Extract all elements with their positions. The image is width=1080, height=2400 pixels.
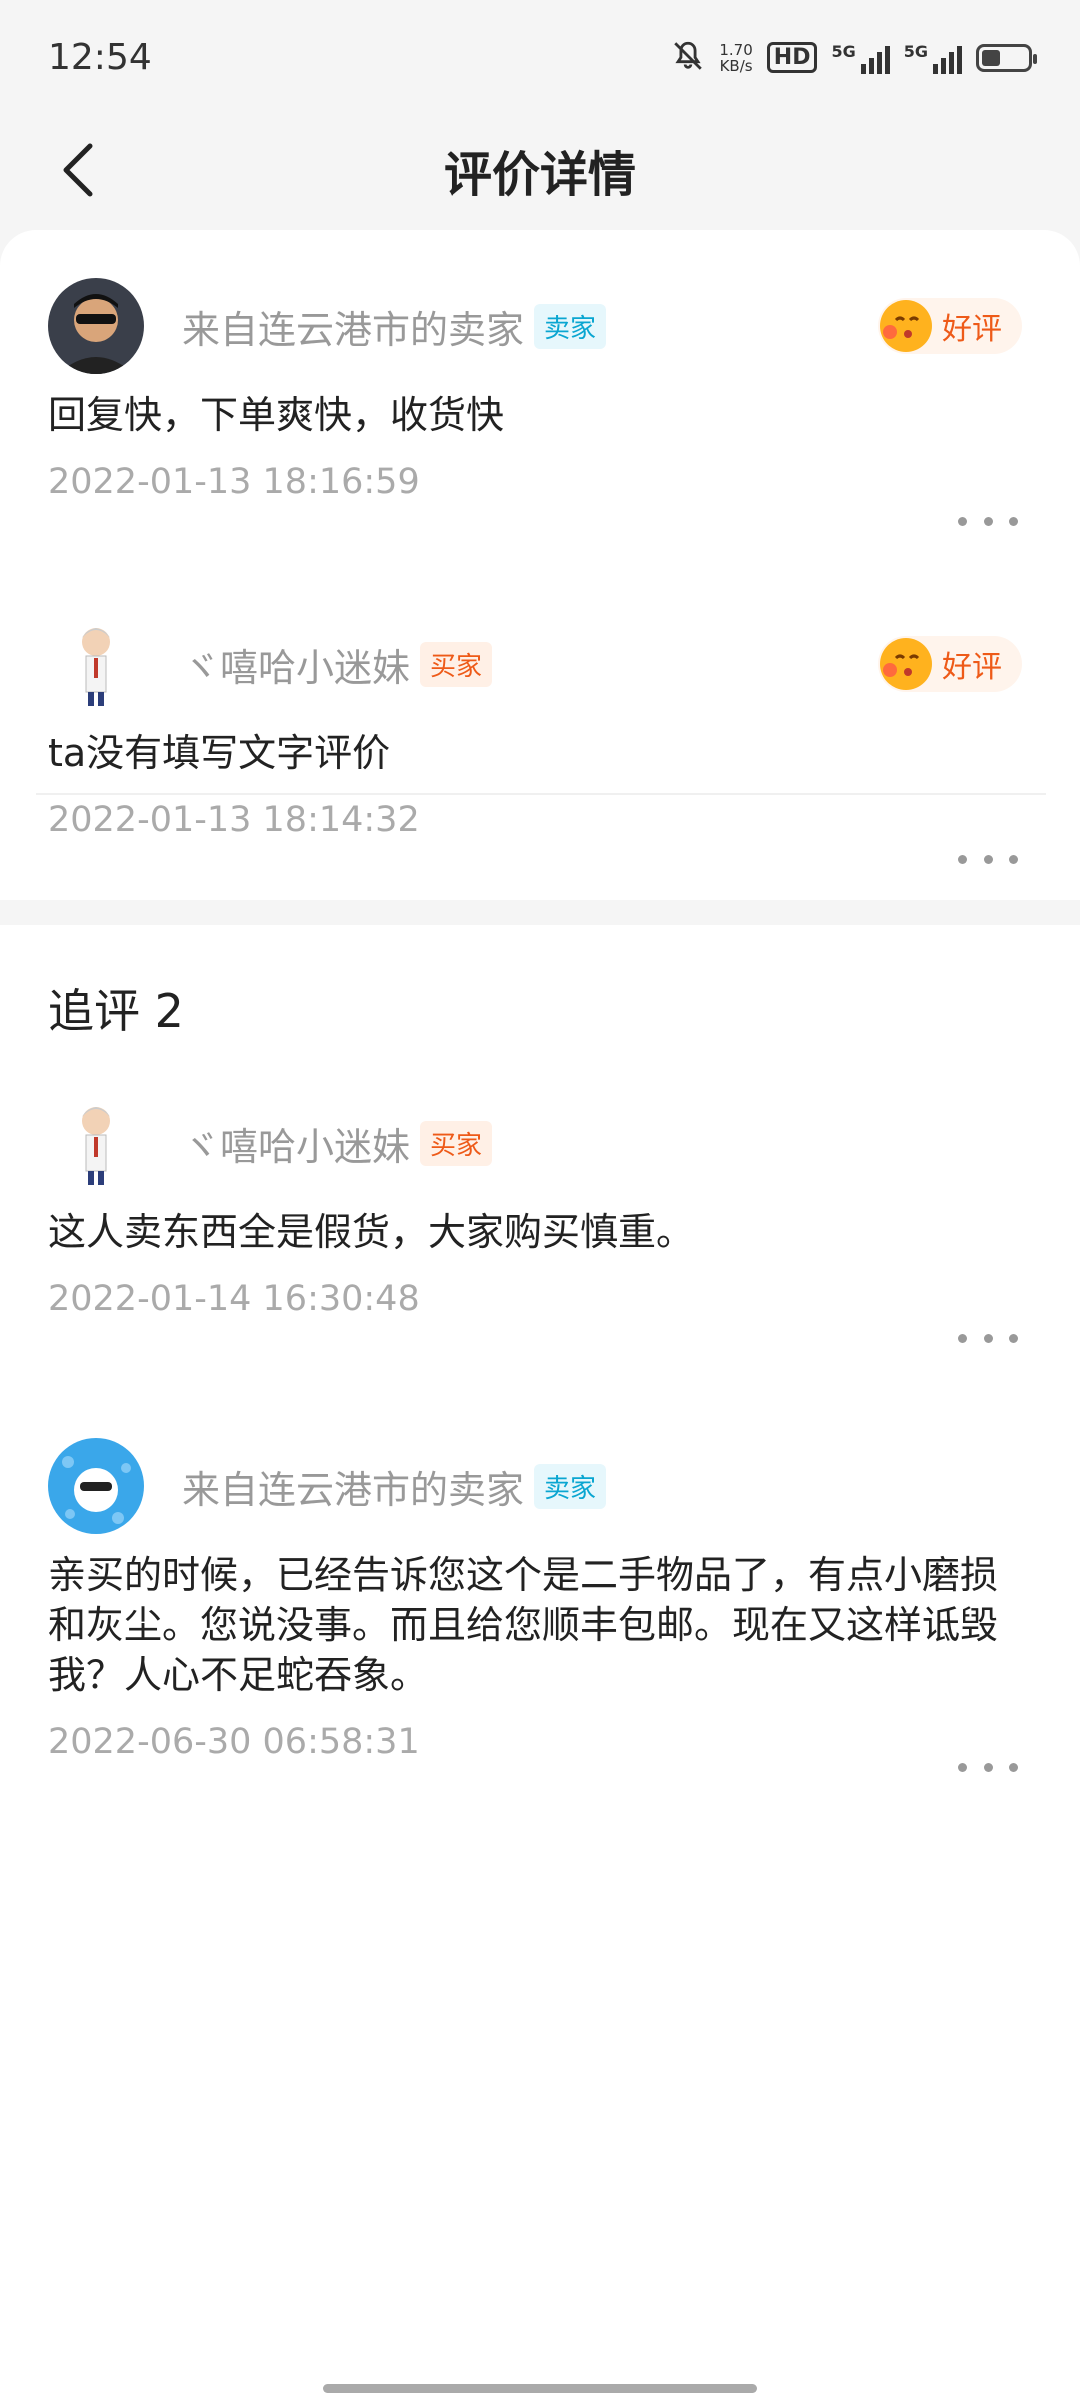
followup-item: ヾ嘻哈小迷妹 买家 这人卖东西全是假货，大家购买慎重。 2022-01-14 1…: [48, 1093, 1032, 1343]
user-name[interactable]: 来自连云港市的卖家: [182, 1459, 524, 1514]
more-button[interactable]: [958, 1323, 1018, 1353]
signal-label: 5G: [831, 41, 856, 61]
home-indicator[interactable]: [323, 2384, 757, 2393]
review-header: ヾ嘻哈小迷妹 买家: [48, 1093, 1032, 1193]
role-badge: 卖家: [534, 303, 607, 349]
status-icons: 1.70 KB/s HD 5G 5G: [671, 39, 1037, 77]
review-item: 来自连云港市的卖家 卖家 好评 回复快，下单爽快，收货快 2022-01-13 …: [48, 276, 1032, 526]
smile-face-icon: [880, 300, 932, 352]
avatar[interactable]: [48, 616, 144, 712]
avatar[interactable]: [48, 278, 144, 374]
user-name[interactable]: ヾ嘻哈小迷妹: [182, 1116, 410, 1171]
battery-level: [982, 49, 1000, 66]
review-time: 2022-01-13 18:16:59: [48, 462, 420, 502]
rating-text: 好评: [942, 312, 1002, 347]
review-text: 亲买的时候，已经告诉您这个是二手物品了，有点小磨损和灰尘。您说没事。而且给您顺丰…: [48, 1553, 999, 1697]
review-time: 2022-06-30 06:58:31: [48, 1722, 420, 1762]
battery-icon: [976, 43, 1037, 72]
signal-label: 5G: [903, 41, 928, 61]
net-speed-unit: KB/s: [719, 56, 753, 75]
signal-icon: 5G: [904, 42, 962, 74]
more-button[interactable]: [958, 844, 1018, 874]
review-item: ヾ嘻哈小迷妹 买家 好评 ta没有填写文字评价 2022-01-13 18:14…: [48, 614, 1032, 864]
review-text: 这人卖东西全是假货，大家购买慎重。: [48, 1210, 695, 1254]
more-button[interactable]: [958, 506, 1018, 536]
role-badge: 买家: [420, 641, 493, 687]
hd-icon: HD: [766, 42, 818, 73]
section-title: 追评 2: [48, 984, 184, 1038]
user-name[interactable]: 来自连云港市的卖家: [182, 299, 524, 354]
role-badge: 卖家: [534, 1463, 607, 1509]
page-title: 评价详情: [443, 147, 636, 203]
signal-icon: 5G: [831, 41, 890, 74]
review-time: 2022-01-13 18:14:32: [48, 800, 420, 840]
avatar[interactable]: [48, 1438, 144, 1534]
status-time: 12:54: [48, 37, 152, 78]
bell-muted-icon: [671, 39, 705, 77]
review-text: ta没有填写文字评价: [48, 731, 391, 775]
status-bar: 12:54 1.70 KB/s HD 5G 5G: [0, 0, 1080, 115]
rating-badge: 好评: [878, 298, 1022, 354]
user-name[interactable]: ヾ嘻哈小迷妹: [182, 637, 410, 692]
rating-badge: 好评: [878, 636, 1022, 692]
net-speed-value: 1.70: [719, 40, 753, 59]
role-badge: 买家: [420, 1120, 493, 1166]
review-time: 2022-01-14 16:30:48: [48, 1279, 420, 1319]
net-speed: 1.70 KB/s: [719, 42, 752, 74]
back-button[interactable]: [48, 137, 108, 203]
review-text: 回复快，下单爽快，收货快: [48, 393, 505, 437]
followup-item: 来自连云港市的卖家 卖家 亲买的时候，已经告诉您这个是二手物品了，有点小磨损和灰…: [48, 1436, 1032, 1772]
more-button[interactable]: [958, 1752, 1018, 1782]
review-header: 来自连云港市的卖家 卖家: [48, 1436, 1032, 1536]
chevron-left-icon: [63, 143, 93, 197]
nav-bar: 评价详情: [0, 115, 1080, 225]
rating-text: 好评: [942, 650, 1002, 685]
avatar[interactable]: [48, 1095, 144, 1191]
reviews-card: 来自连云港市的卖家 卖家 好评 回复快，下单爽快，收货快 2022-01-13 …: [0, 230, 1080, 900]
smile-face-icon: [880, 638, 932, 690]
